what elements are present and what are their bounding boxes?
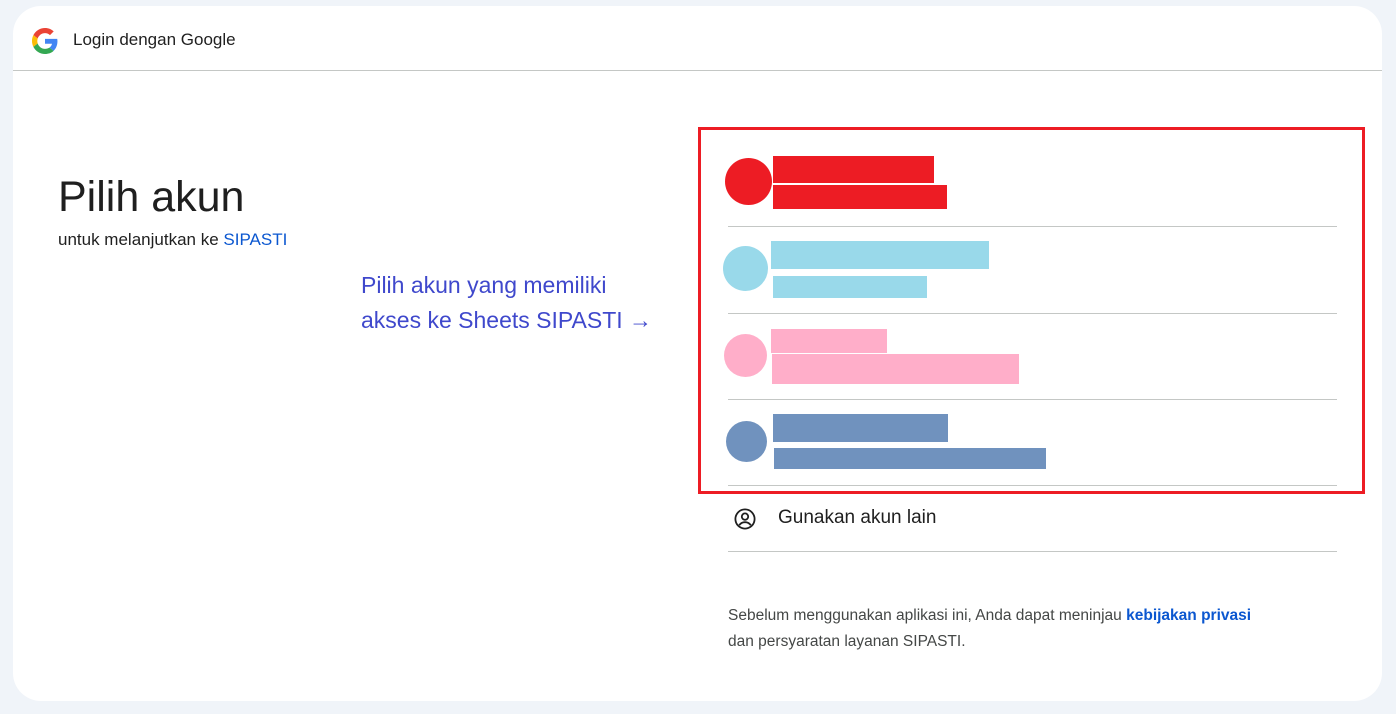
google-g-icon	[32, 28, 58, 54]
account-circle-icon	[734, 508, 756, 530]
use-another-account-button[interactable]: Gunakan akun lain	[728, 486, 1337, 552]
subtitle: untuk melanjutkan ke SIPASTI	[58, 230, 287, 250]
app-name-link[interactable]: SIPASTI	[223, 230, 287, 249]
use-another-account-label: Gunakan akun lain	[778, 507, 937, 528]
login-card: Login dengan Google Pilih akun untuk mel…	[13, 6, 1382, 701]
header-title: Login dengan Google	[73, 30, 236, 49]
privacy-notice-text: Sebelum menggunakan aplikasi ini, Anda d…	[728, 607, 1127, 624]
terms-text: dan persyaratan layanan SIPASTI.	[728, 633, 966, 650]
subtitle-text: untuk melanjutkan ke	[58, 230, 224, 249]
privacy-policy-link[interactable]: kebijakan privasi	[1126, 607, 1251, 624]
privacy-notice: Sebelum menggunakan aplikasi ini, Anda d…	[728, 603, 1328, 655]
page-title: Pilih akun	[58, 172, 245, 221]
annotation-line-1: Pilih akun yang memiliki	[361, 272, 607, 298]
annotation-line-2: akses ke Sheets SIPASTI →	[361, 307, 653, 333]
annotation-note: Pilih akun yang memiliki akses ke Sheets…	[361, 268, 691, 338]
highlight-box	[698, 127, 1365, 494]
header-bar: Login dengan Google	[13, 6, 1382, 71]
